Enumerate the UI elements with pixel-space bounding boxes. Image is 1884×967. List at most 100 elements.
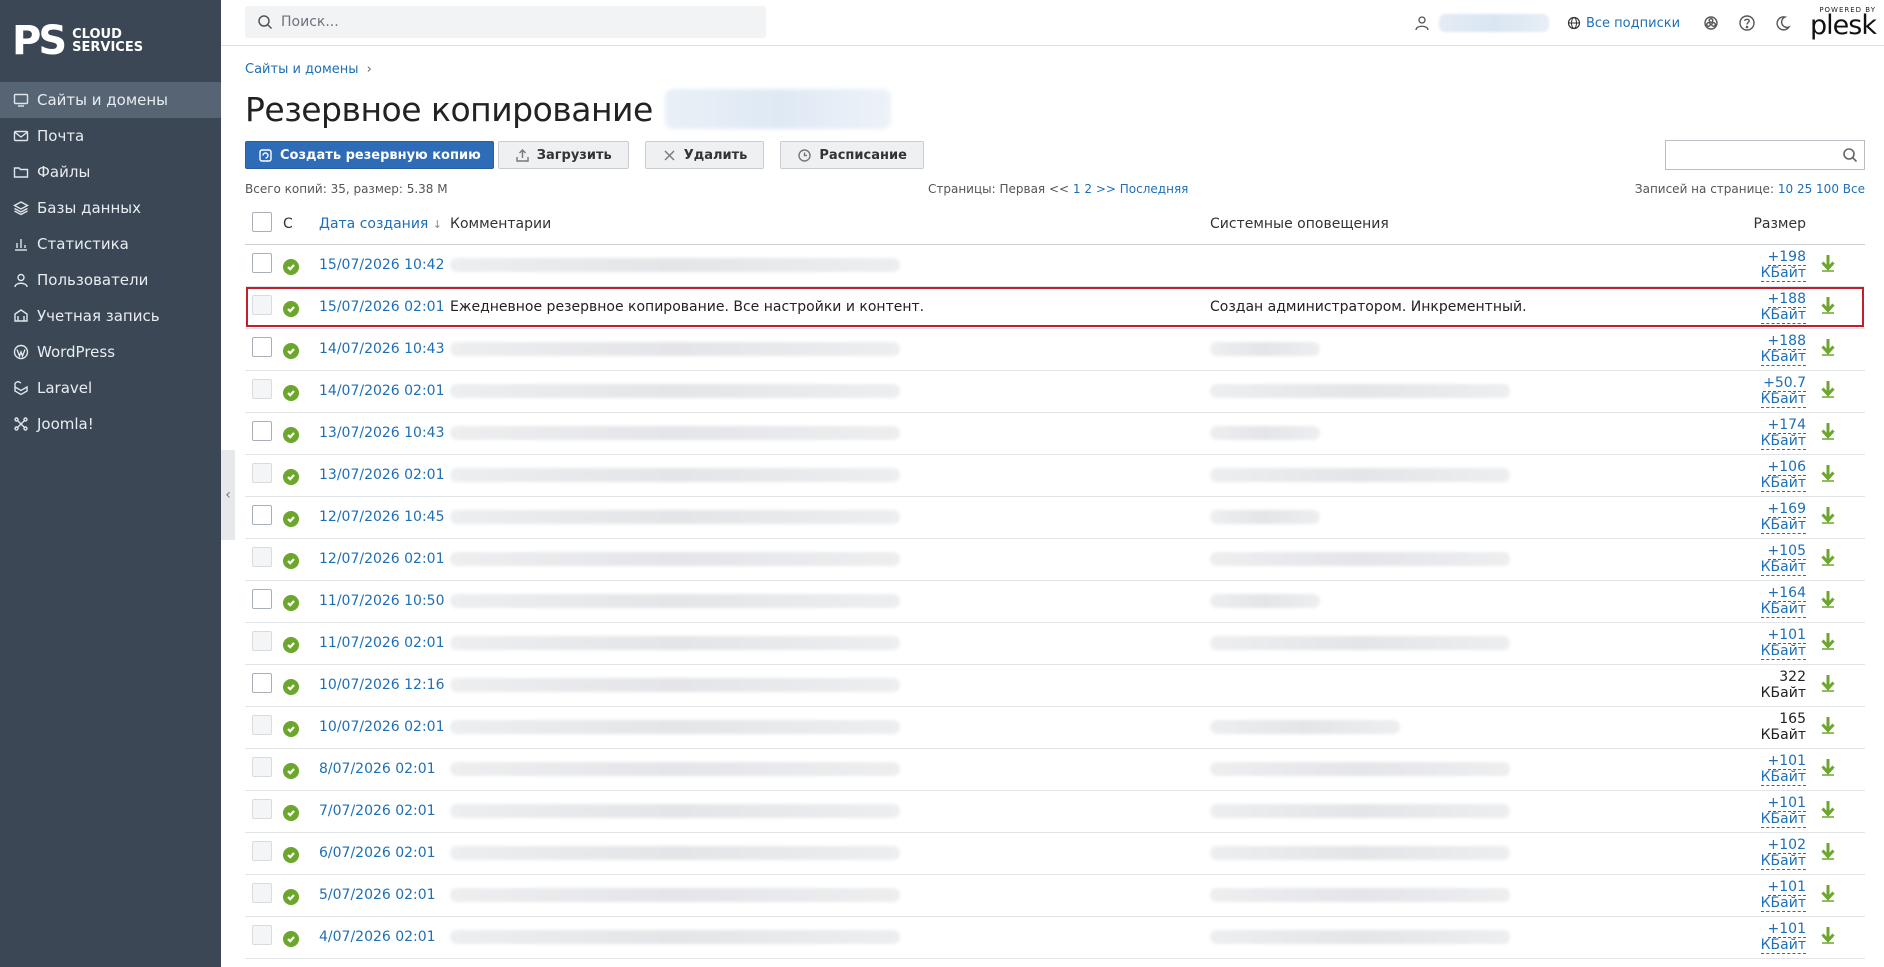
backup-date-link[interactable]: 14/07/2026 10:43 [319,341,445,357]
select-all-checkbox[interactable] [252,211,272,232]
backup-date-link[interactable]: 10/07/2026 02:01 [319,719,445,735]
user-icon[interactable] [1413,14,1431,32]
backup-size-link[interactable]: +198 КБайт [1760,249,1806,282]
backup-date-link[interactable]: 8/07/2026 02:01 [319,761,436,777]
table-row[interactable]: 14/07/2026 10:43 +188 КБайт [245,328,1865,370]
row-checkbox[interactable] [252,421,272,441]
table-row[interactable]: 11/07/2026 02:01 +101 КБайт [245,622,1865,664]
backup-size-link[interactable]: +101 КБайт [1760,795,1806,828]
row-checkbox[interactable] [252,547,272,567]
download-arrow-icon[interactable] [1820,632,1836,650]
download-arrow-icon[interactable] [1820,464,1836,482]
backup-date-link[interactable]: 5/07/2026 02:01 [319,887,436,903]
table-row[interactable]: 11/07/2026 10:50 +164 КБайт [245,580,1865,622]
breadcrumb-sites-domains[interactable]: Сайты и домены [245,62,359,77]
download-arrow-icon[interactable] [1820,338,1836,356]
backup-size-link[interactable]: +188 КБайт [1760,333,1806,366]
table-row[interactable]: 4/07/2026 02:01 +101 КБайт [245,916,1865,958]
row-checkbox[interactable] [252,799,272,819]
backup-size-link[interactable]: +101 КБайт [1760,921,1806,954]
row-checkbox[interactable] [252,757,272,777]
extensions-icon[interactable] [1702,14,1720,32]
table-row[interactable]: 8/07/2026 02:01 +101 КБайт [245,748,1865,790]
download-arrow-icon[interactable] [1820,422,1836,440]
backup-date-link[interactable]: 11/07/2026 02:01 [319,635,445,651]
per-page-all[interactable]: Все [1843,182,1865,196]
backup-date-link[interactable]: 15/07/2026 10:42 [319,257,445,273]
backup-size-link[interactable]: +169 КБайт [1760,501,1806,534]
backup-date-link[interactable]: 13/07/2026 02:01 [319,467,445,483]
table-row[interactable]: 10/07/2026 02:01 165 КБайт [245,706,1865,748]
table-row[interactable]: 12/07/2026 10:45 +169 КБайт [245,496,1865,538]
table-row[interactable]: 10/07/2026 12:16 322 КБайт [245,664,1865,706]
per-page-25[interactable]: 25 [1797,182,1812,196]
per-page-100[interactable]: 100 [1816,182,1839,196]
next-page-link[interactable]: >> [1096,182,1116,196]
backup-size-link[interactable]: +101 КБайт [1760,879,1806,912]
download-arrow-icon[interactable] [1820,884,1836,902]
backup-date-link[interactable]: 11/07/2026 10:50 [319,593,445,609]
row-checkbox[interactable] [252,463,272,483]
backup-size-link[interactable]: +174 КБайт [1760,417,1806,450]
sidebar-item-7[interactable]: WordPress [0,334,221,370]
backup-size-link[interactable]: +101 КБайт [1760,753,1806,786]
global-search-input[interactable] [281,14,761,30]
row-checkbox[interactable] [252,883,272,903]
download-arrow-icon[interactable] [1820,254,1836,272]
table-row[interactable]: 5/07/2026 02:01 +101 КБайт [245,874,1865,916]
download-arrow-icon[interactable] [1820,380,1836,398]
download-arrow-icon[interactable] [1820,590,1836,608]
backup-date-link[interactable]: 12/07/2026 10:45 [319,509,445,525]
create-backup-button[interactable]: Создать резервную копию [245,141,494,169]
sidebar-item-4[interactable]: Статистика [0,226,221,262]
table-row[interactable]: 13/07/2026 10:43 +174 КБайт [245,412,1865,454]
download-arrow-icon[interactable] [1820,506,1836,524]
table-search-input[interactable] [1666,141,1836,169]
backup-size-link[interactable]: +105 КБайт [1760,543,1806,576]
row-checkbox[interactable] [252,631,272,651]
backup-size-link[interactable]: +101 КБайт [1760,627,1806,660]
sidebar-collapse-handle[interactable]: ‹ [221,450,235,540]
download-arrow-icon[interactable] [1820,842,1836,860]
sidebar-item-9[interactable]: Joomla! [0,406,221,442]
upload-button[interactable]: Загрузить [497,141,629,169]
download-arrow-icon[interactable] [1820,926,1836,944]
row-checkbox[interactable] [252,715,272,735]
row-checkbox[interactable] [252,337,272,357]
schedule-button[interactable]: Расписание [780,141,924,169]
row-checkbox[interactable] [252,673,272,693]
backup-date-link[interactable]: 15/07/2026 02:01 [319,299,445,315]
page-1-link[interactable]: 1 [1073,182,1081,196]
download-arrow-icon[interactable] [1820,758,1836,776]
help-icon[interactable] [1738,14,1756,32]
table-row[interactable]: 7/07/2026 02:01 +101 КБайт [245,790,1865,832]
row-checkbox[interactable] [252,295,272,315]
header-date[interactable]: Дата создания ↓ [319,204,450,245]
backup-date-link[interactable]: 14/07/2026 02:01 [319,383,445,399]
download-arrow-icon[interactable] [1820,674,1836,692]
sidebar-item-5[interactable]: Пользователи [0,262,221,298]
backup-date-link[interactable]: 6/07/2026 02:01 [319,845,436,861]
sidebar-item-1[interactable]: Почта [0,118,221,154]
row-checkbox[interactable] [252,505,272,525]
sidebar-item-6[interactable]: Учетная запись [0,298,221,334]
row-checkbox[interactable] [252,589,272,609]
sidebar-item-8[interactable]: Laravel [0,370,221,406]
moon-icon[interactable] [1774,14,1792,32]
delete-button[interactable]: Удалить [644,141,765,169]
backup-size-link[interactable]: +102 КБайт [1760,837,1806,870]
download-arrow-icon[interactable] [1820,800,1836,818]
sidebar-item-3[interactable]: Базы данных [0,190,221,226]
table-row[interactable]: 14/07/2026 02:01 +50.7 КБайт [245,370,1865,412]
download-arrow-icon[interactable] [1820,716,1836,734]
brand-logo[interactable]: PS CLOUD SERVICES [0,0,221,82]
backup-size-link[interactable]: +164 КБайт [1760,585,1806,618]
download-arrow-icon[interactable] [1820,296,1836,314]
backup-date-link[interactable]: 10/07/2026 12:16 [319,677,445,693]
row-checkbox[interactable] [252,925,272,945]
row-checkbox[interactable] [252,841,272,861]
row-checkbox[interactable] [252,379,272,399]
backup-size-link[interactable]: +106 КБайт [1760,459,1806,492]
last-page-link[interactable]: Последняя [1120,182,1189,196]
search-icon[interactable] [1842,147,1858,163]
